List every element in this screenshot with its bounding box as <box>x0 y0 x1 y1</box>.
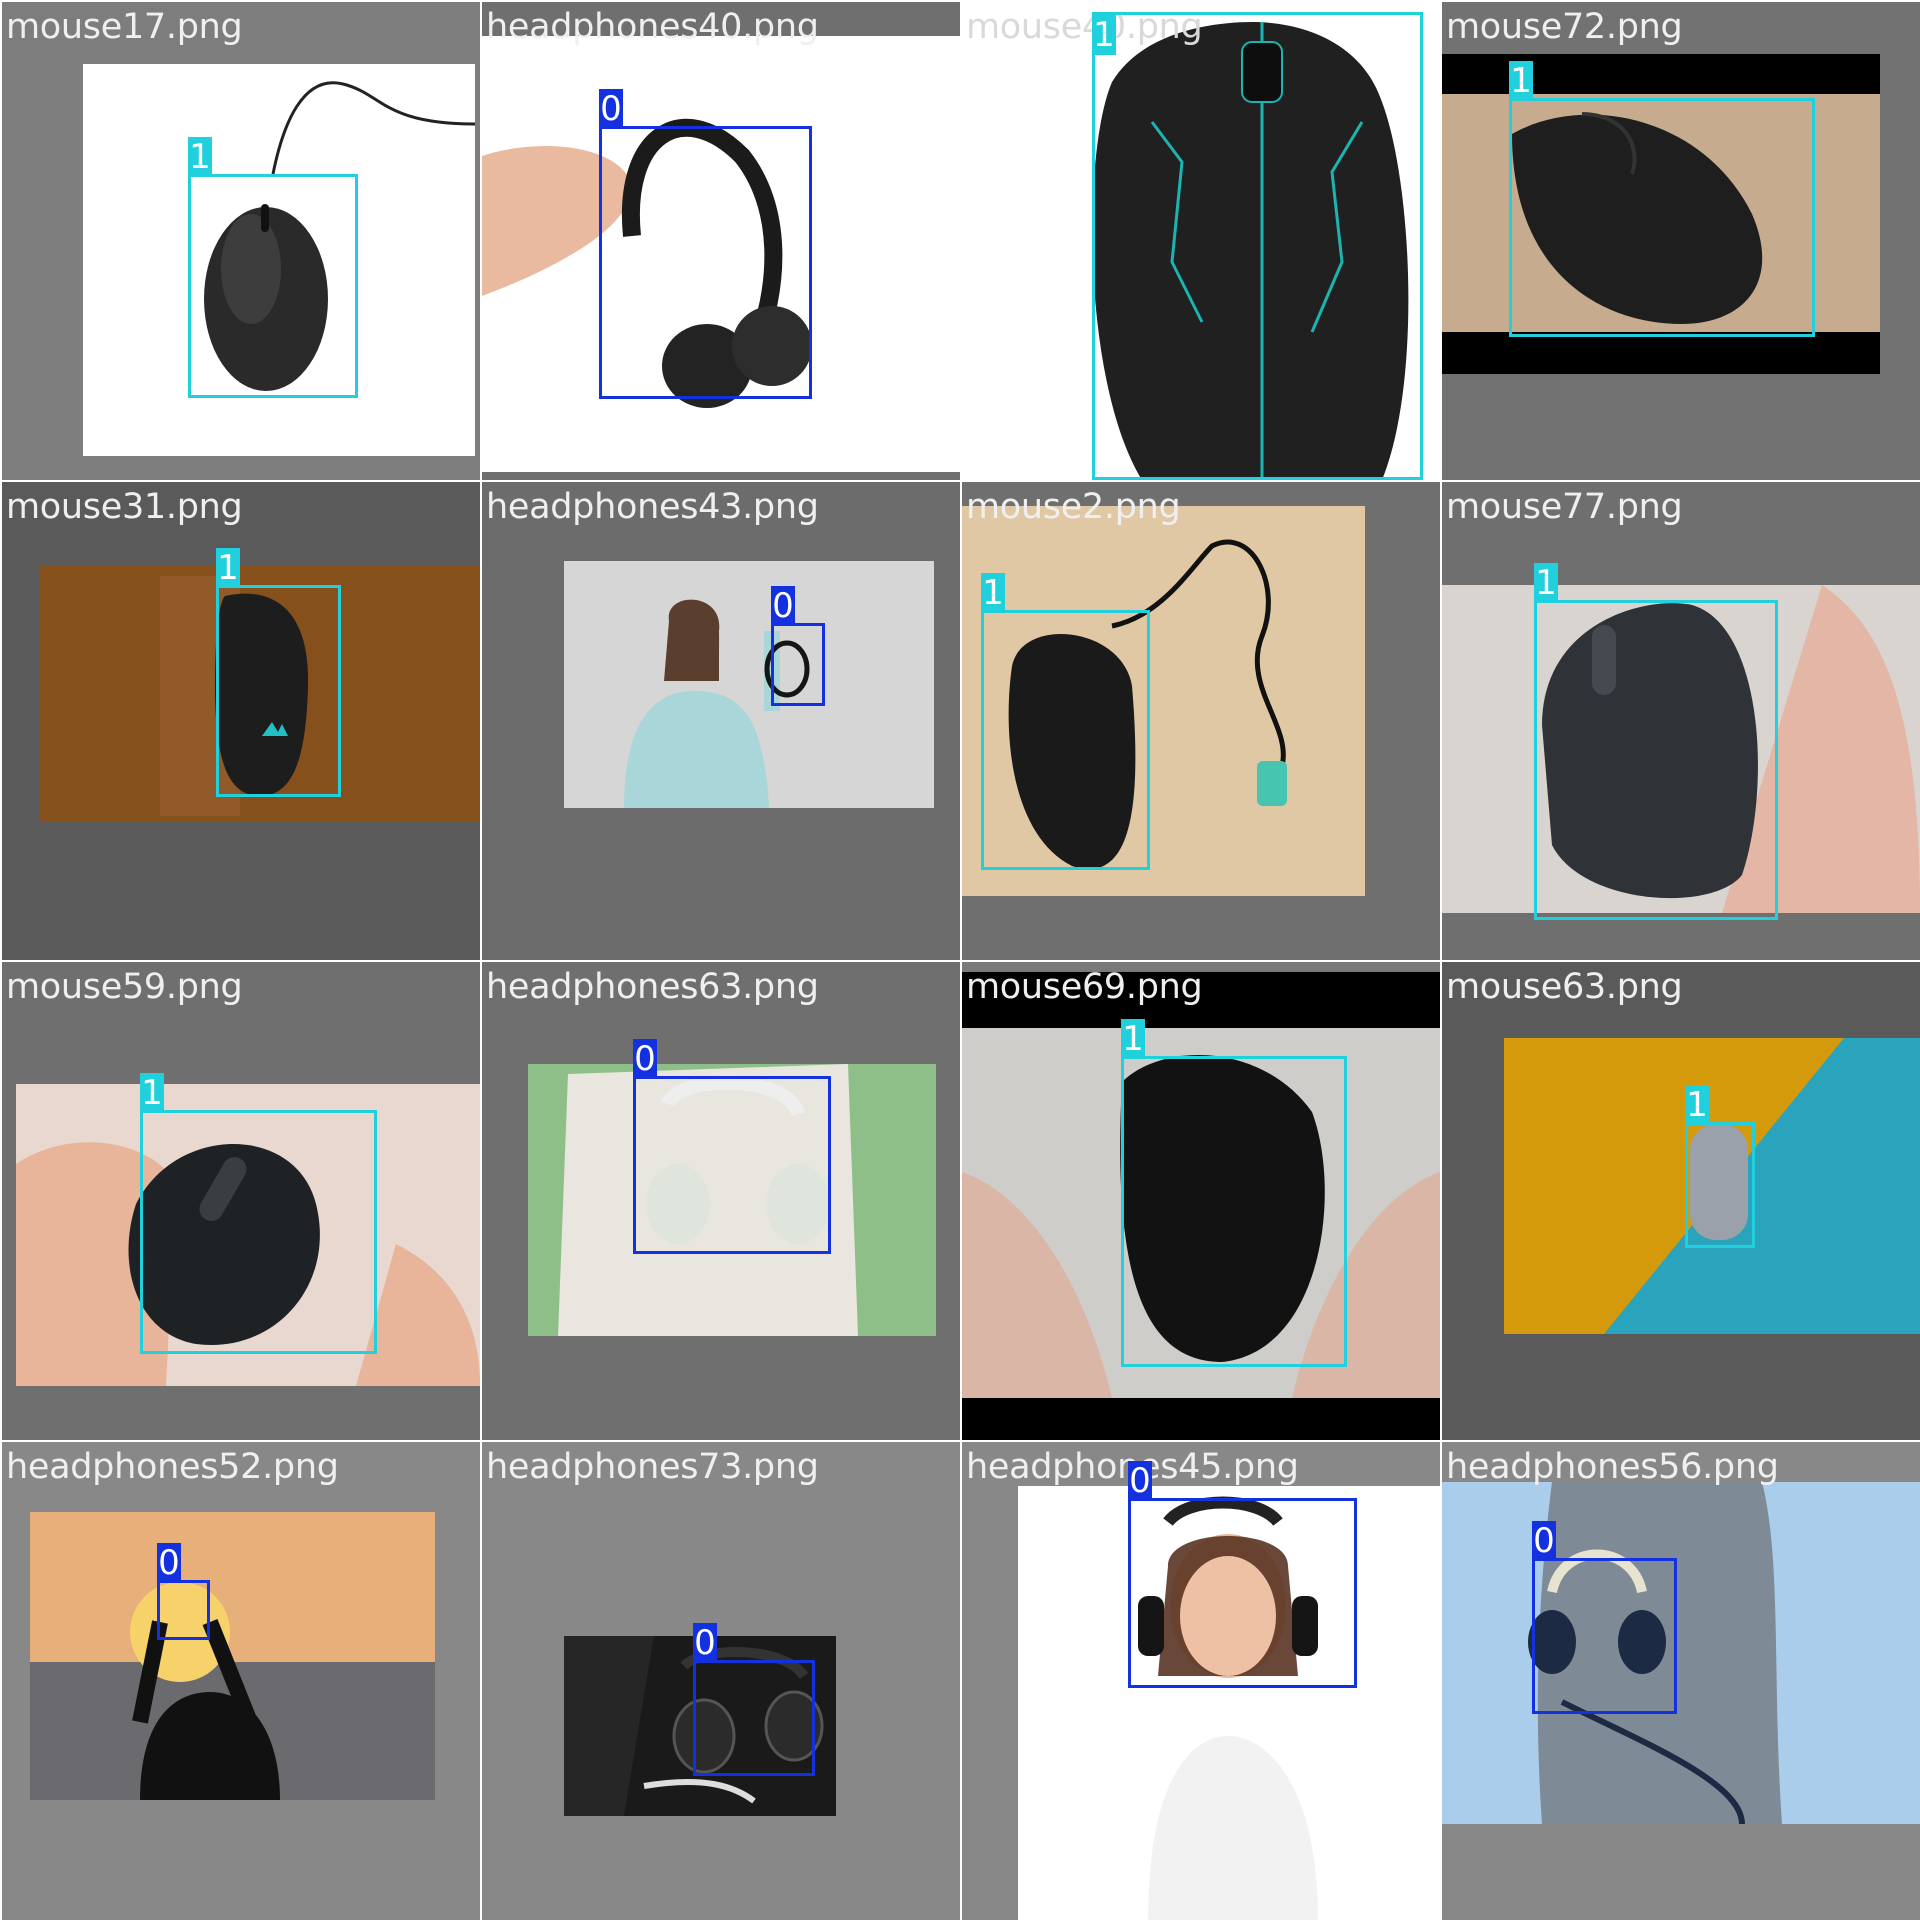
class-label: 1 <box>216 548 240 588</box>
bbox-mouse: 1 <box>981 573 1150 870</box>
tile-mouse69[interactable]: mouse69.png 1 <box>962 962 1440 1440</box>
bbox-mouse: 1 <box>1534 563 1778 920</box>
bbox-headphones: 0 <box>1128 1461 1357 1688</box>
bbox-headphones: 0 <box>693 1623 815 1776</box>
class-label: 1 <box>981 573 1005 613</box>
class-label: 0 <box>633 1039 657 1079</box>
class-label: 1 <box>140 1073 164 1113</box>
tile-mouse72[interactable]: mouse72.png 1 <box>1442 2 1920 480</box>
bbox-mouse: 1 <box>1121 1019 1347 1367</box>
image-headphones56 <box>1442 1482 1920 1824</box>
filename-label: headphones52.png <box>6 1447 339 1487</box>
filename-label: mouse63.png <box>1446 967 1683 1007</box>
image-headphones52 <box>30 1512 435 1800</box>
filename-label: mouse77.png <box>1446 487 1683 527</box>
bbox-mouse: 1 <box>1685 1085 1755 1248</box>
class-label: 1 <box>1534 563 1558 603</box>
filename-label: mouse69.png <box>966 967 1203 1007</box>
filename-label: headphones73.png <box>486 1447 819 1487</box>
bbox-headphones: 0 <box>771 586 825 706</box>
class-label: 0 <box>771 586 795 626</box>
bbox-mouse: 1 <box>1092 12 1423 480</box>
filename-label: mouse72.png <box>1446 7 1683 47</box>
class-label: 1 <box>188 137 212 177</box>
class-label: 1 <box>1121 1019 1145 1059</box>
bbox-mouse: 1 <box>140 1073 377 1354</box>
bbox-headphones: 0 <box>633 1039 831 1254</box>
tile-mouse40[interactable]: mouse40.png 1 <box>962 2 1440 480</box>
filename-label: mouse2.png <box>966 487 1181 527</box>
bbox-mouse: 1 <box>216 548 341 797</box>
filename-label: mouse59.png <box>6 967 243 1007</box>
tile-mouse59[interactable]: mouse59.png 1 <box>2 962 480 1440</box>
class-label: 1 <box>1685 1085 1709 1125</box>
tile-headphones40[interactable]: headphones40.png 0 <box>482 2 960 480</box>
bbox-headphones: 0 <box>599 89 812 399</box>
bbox-mouse: 1 <box>1509 61 1815 337</box>
class-label: 0 <box>693 1623 717 1663</box>
tile-headphones52[interactable]: headphones52.png 0 <box>2 1442 480 1920</box>
tile-mouse77[interactable]: mouse77.png 1 <box>1442 482 1920 960</box>
tile-headphones43[interactable]: headphones43.png 0 <box>482 482 960 960</box>
class-label: 0 <box>599 89 623 129</box>
filename-label: headphones43.png <box>486 487 819 527</box>
tile-headphones45[interactable]: headphones45.png 0 <box>962 1442 1440 1920</box>
class-label: 1 <box>1509 61 1533 101</box>
tile-mouse17[interactable]: mouse17.png 1 <box>2 2 480 480</box>
tile-mouse31[interactable]: mouse31.png 1 <box>2 482 480 960</box>
filename-label: headphones63.png <box>486 967 819 1007</box>
class-label: 0 <box>1128 1461 1152 1501</box>
class-label: 1 <box>1092 15 1116 55</box>
class-label: 0 <box>1532 1521 1556 1561</box>
filename-label: headphones56.png <box>1446 1447 1779 1487</box>
tile-headphones73[interactable]: headphones73.png 0 <box>482 1442 960 1920</box>
filename-label: headphones40.png <box>486 7 819 47</box>
filename-label: mouse31.png <box>6 487 243 527</box>
detection-grid: mouse17.png 1 headphones40.png 0 mouse40… <box>0 0 1920 1920</box>
image-headphones43 <box>564 561 934 808</box>
class-label: 0 <box>157 1543 181 1583</box>
filename-label: mouse17.png <box>6 7 243 47</box>
tile-headphones63[interactable]: headphones63.png 0 <box>482 962 960 1440</box>
bbox-headphones: 0 <box>157 1543 210 1640</box>
bbox-headphones: 0 <box>1532 1521 1677 1714</box>
bbox-mouse: 1 <box>188 137 358 398</box>
tile-mouse2[interactable]: mouse2.png 1 <box>962 482 1440 960</box>
tile-mouse63[interactable]: mouse63.png 1 <box>1442 962 1920 1440</box>
tile-headphones56[interactable]: headphones56.png 0 <box>1442 1442 1920 1920</box>
